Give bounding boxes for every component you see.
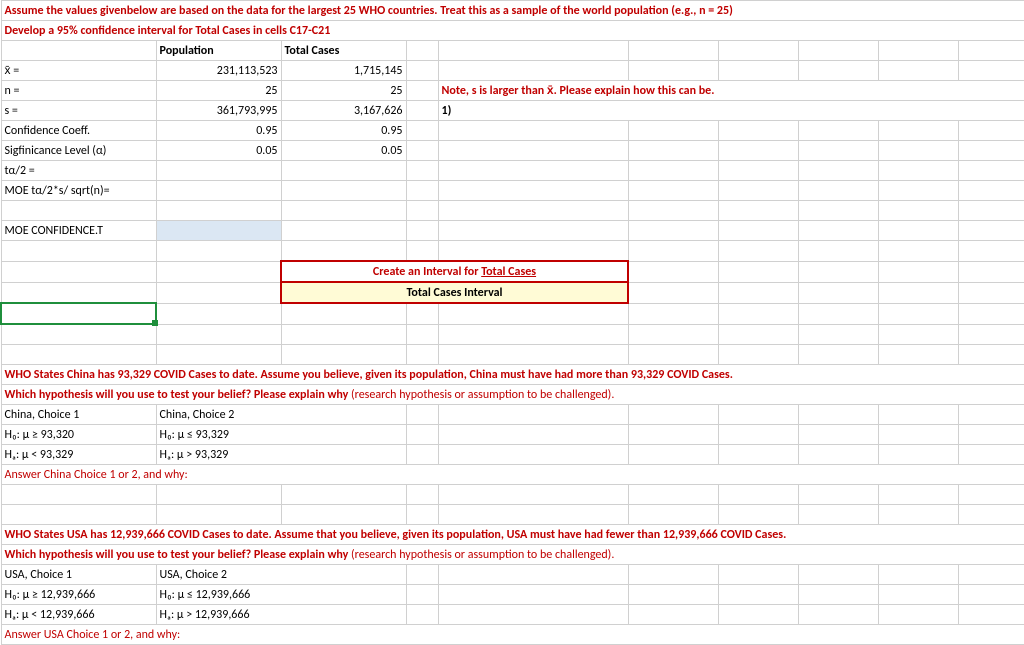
china-h0-2: H₀: μ ≤ 93,329 xyxy=(156,425,406,445)
label-xbar: x̄ = xyxy=(1,61,156,81)
china-line-2: Which hypothesis will you use to test yo… xyxy=(1,385,1024,405)
cell[interactable] xyxy=(281,161,406,181)
cell[interactable] xyxy=(1,41,156,61)
spreadsheet-grid[interactable]: Assume the values givenbelow are based o… xyxy=(0,0,1024,645)
usa-h0-2: H₀: μ ≤ 12,939,666 xyxy=(156,585,406,605)
label-s: s = xyxy=(1,101,156,121)
interval-title: Create an Interval for Total Cases xyxy=(281,261,628,282)
usa-ha-1: Hₐ: μ < 12,939,666 xyxy=(1,605,156,625)
instruction-line-2: Develop a 95% confidence interval for To… xyxy=(1,21,1024,41)
china-choice-2-header: China, Choice 2 xyxy=(156,405,406,425)
cell-moe-confidence-t[interactable] xyxy=(156,221,281,241)
china-answer-prompt: Answer China Choice 1 or 2, and why: xyxy=(1,465,1024,485)
china-h0-1: H₀: μ ≥ 93,320 xyxy=(1,425,156,445)
usa-choice-1-header: USA, Choice 1 xyxy=(1,565,156,585)
active-cell[interactable] xyxy=(1,303,156,324)
value-s-tc[interactable]: 3,167,626 xyxy=(281,101,406,121)
note-s-larger: Note, s is larger than x̄. Please explai… xyxy=(438,81,1024,101)
label-conf-coeff: Confidence Coeff. xyxy=(1,121,156,141)
note-answer-1[interactable]: 1) xyxy=(438,101,1024,121)
china-line-1: WHO States China has 93,329 COVID Cases … xyxy=(1,365,1024,385)
usa-answer-prompt: Answer USA Choice 1 or 2, and why: xyxy=(1,625,1024,645)
china-choice-1-header: China, Choice 1 xyxy=(1,405,156,425)
cell[interactable] xyxy=(281,181,406,201)
header-total-cases: Total Cases xyxy=(281,41,406,61)
china-ha-2: Hₐ: μ > 93,329 xyxy=(156,445,406,465)
cell[interactable] xyxy=(156,161,281,181)
usa-choice-2-header: USA, Choice 2 xyxy=(156,565,406,585)
label-t-alpha-2: tα/2 = xyxy=(1,161,156,181)
label-moe-confidence-t: MOE CONFIDENCE.T xyxy=(1,221,156,241)
value-xbar-tc[interactable]: 1,715,145 xyxy=(281,61,406,81)
value-xbar-pop[interactable]: 231,113,523 xyxy=(156,61,281,81)
header-population: Population xyxy=(156,41,281,61)
interval-sub: Total Cases Interval xyxy=(281,282,628,303)
cell[interactable] xyxy=(156,181,281,201)
value-s-pop[interactable]: 361,793,995 xyxy=(156,101,281,121)
instruction-line-1: Assume the values givenbelow are based o… xyxy=(1,1,1024,21)
value-sig-pop[interactable]: 0.05 xyxy=(156,141,281,161)
value-n-pop[interactable]: 25 xyxy=(156,81,281,101)
usa-line-1: WHO States USA has 12,939,666 COVID Case… xyxy=(1,525,1024,545)
label-sig-level: Sigfinicance Level (α) xyxy=(1,141,156,161)
label-moe-formula: MOE tα/2*s/ sqrt(n)= xyxy=(1,181,156,201)
usa-line-2: Which hypothesis will you use to test yo… xyxy=(1,545,1024,565)
label-n: n = xyxy=(1,81,156,101)
value-sig-tc[interactable]: 0.05 xyxy=(281,141,406,161)
china-ha-1: Hₐ: μ < 93,329 xyxy=(1,445,156,465)
usa-h0-1: H₀: μ ≥ 12,939,666 xyxy=(1,585,156,605)
value-n-tc[interactable]: 25 xyxy=(281,81,406,101)
usa-ha-2: Hₐ: μ > 12,939,666 xyxy=(156,605,406,625)
value-cc-pop[interactable]: 0.95 xyxy=(156,121,281,141)
value-cc-tc[interactable]: 0.95 xyxy=(281,121,406,141)
